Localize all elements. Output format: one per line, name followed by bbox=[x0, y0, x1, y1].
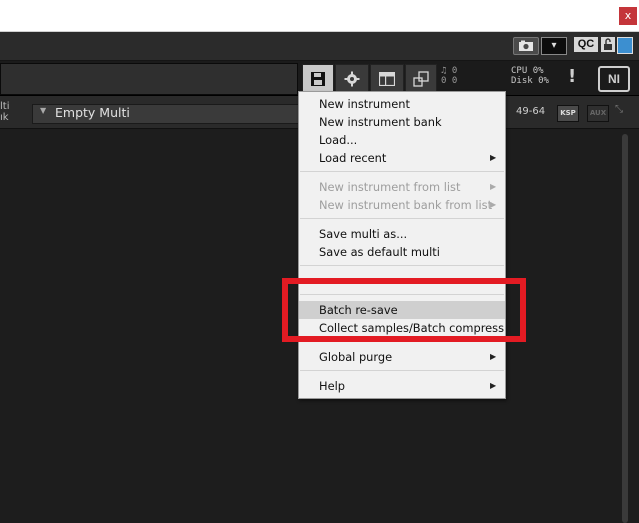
menu-separator bbox=[300, 265, 504, 266]
panel-toggle-button[interactable] bbox=[617, 37, 633, 54]
annotation-highlight-box bbox=[282, 278, 526, 342]
cpu-label: CPU bbox=[511, 66, 528, 76]
menu-item-load-recent[interactable]: Load recent ▶ bbox=[299, 149, 505, 167]
menu-separator bbox=[300, 370, 504, 371]
channel-range-selector[interactable]: 49-64 bbox=[516, 106, 545, 117]
menu-item-new-instrument-bank[interactable]: New instrument bank bbox=[299, 113, 505, 131]
menu-item-new-instrument[interactable]: New instrument bbox=[299, 95, 505, 113]
file-menu: New instrument New instrument bank Load.… bbox=[298, 91, 506, 399]
multi-label-line2: ık bbox=[0, 112, 9, 123]
submenu-arrow-icon: ▶ bbox=[490, 182, 497, 191]
chevron-down-icon[interactable]: ▼ bbox=[40, 106, 46, 115]
rack-scrollbar[interactable] bbox=[622, 134, 628, 523]
menu-item-help[interactable]: Help ▶ bbox=[299, 377, 505, 395]
disk-value: 0% bbox=[538, 76, 549, 86]
submenu-arrow-icon: ▶ bbox=[490, 352, 497, 361]
ni-logo[interactable]: NI bbox=[598, 66, 630, 92]
quick-control-button[interactable]: QC bbox=[574, 37, 598, 52]
layout-icon[interactable] bbox=[370, 64, 404, 94]
submenu-arrow-icon: ▶ bbox=[490, 200, 497, 209]
menu-separator bbox=[300, 171, 504, 172]
menu-item-new-instrument-bank-from-list: New instrument bank from list ▶ bbox=[319, 198, 497, 212]
submenu-arrow-icon: ▶ bbox=[490, 153, 497, 162]
disk-label: Disk bbox=[511, 76, 533, 86]
ksp-button[interactable]: KSP bbox=[557, 105, 579, 122]
menu-item-save-multi-as[interactable]: Save multi as... bbox=[299, 225, 505, 243]
multi-name[interactable]: Empty Multi bbox=[55, 104, 130, 122]
midi-value-bottom: 0 0 bbox=[441, 76, 458, 86]
warning-icon[interactable]: ! bbox=[568, 66, 576, 87]
camera-icon[interactable] bbox=[513, 37, 539, 55]
multi-rack-label: lti ık bbox=[0, 101, 9, 123]
aux-button[interactable]: AUX bbox=[587, 105, 609, 122]
lock-icon[interactable] bbox=[601, 37, 615, 52]
gear-icon[interactable] bbox=[335, 64, 369, 94]
close-button[interactable]: x bbox=[619, 7, 637, 25]
menu-item-new-instrument-from-list: New instrument from list ▶ bbox=[319, 180, 497, 194]
menu-separator bbox=[300, 218, 504, 219]
menu-item-global-purge[interactable]: Global purge ▶ bbox=[299, 348, 505, 366]
save-icon[interactable] bbox=[302, 64, 334, 94]
menu-item-save-as-default-multi[interactable]: Save as default multi bbox=[299, 243, 505, 261]
menu-item-load[interactable]: Load... bbox=[299, 131, 505, 149]
multi-label-line1: lti bbox=[0, 101, 10, 112]
view-dropdown-button[interactable]: ▾ bbox=[541, 37, 567, 55]
cpu-value: 0% bbox=[532, 66, 544, 76]
midi-activity-indicator: ♫ 0 0 0 bbox=[441, 66, 457, 86]
browser-header-area bbox=[0, 63, 298, 95]
expand-icon[interactable]: ⤡ bbox=[615, 104, 623, 115]
resize-icon[interactable] bbox=[405, 64, 437, 94]
submenu-arrow-icon: ▶ bbox=[490, 381, 497, 390]
window-title-bar bbox=[0, 0, 639, 32]
cpu-disk-meter: CPU 0% Disk 0% bbox=[511, 66, 549, 86]
midi-value-top: ♫ 0 bbox=[441, 66, 458, 76]
